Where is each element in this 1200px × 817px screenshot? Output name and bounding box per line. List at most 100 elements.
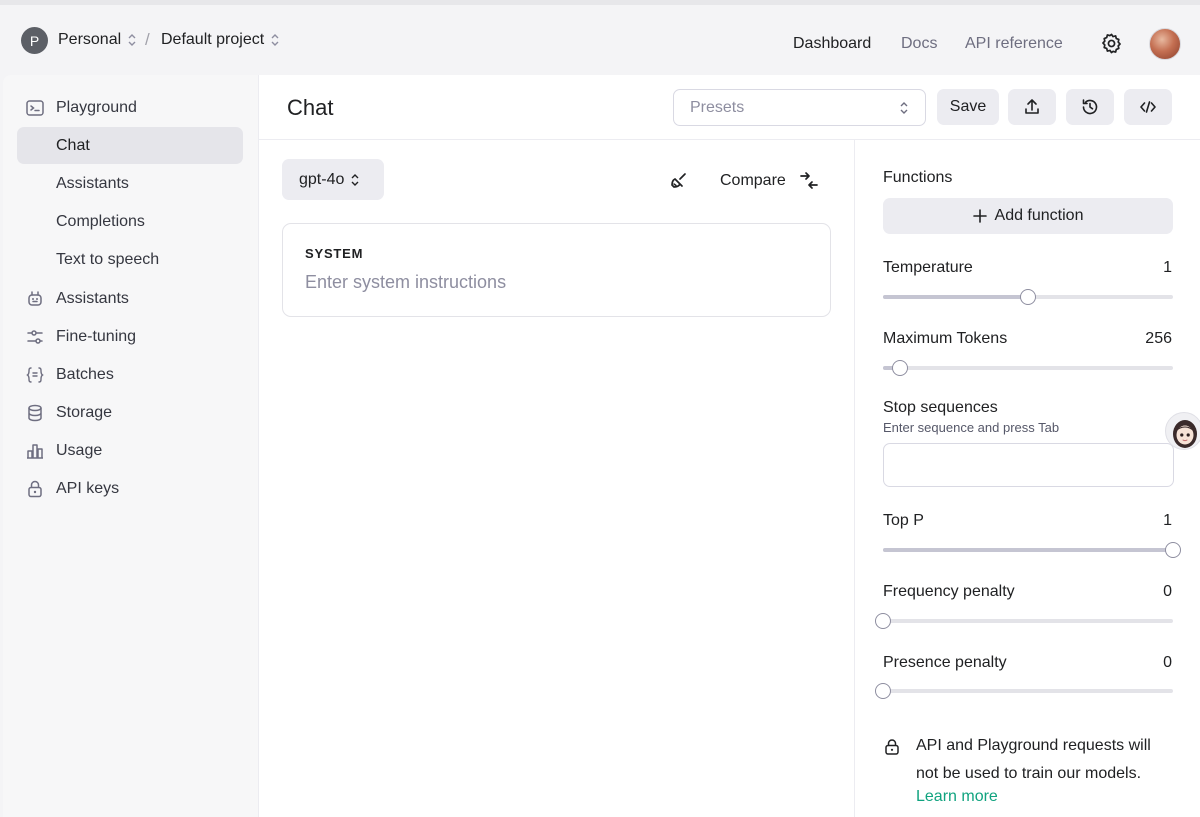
sidebar-item-chat[interactable]: Chat [17,127,243,164]
sidebar: Playground Chat Assistants Completions T… [3,75,258,817]
top-bar: P Personal / Default project Dashboard D… [0,0,1200,75]
history-button[interactable] [1066,89,1114,125]
sidebar-item-completions[interactable]: Completions [17,203,243,240]
nav-api-reference[interactable]: API reference [965,35,1063,53]
sidebar-item-label: Assistants [56,174,129,192]
slider-track [883,619,1173,623]
sidebar-item-fine-tuning[interactable]: Fine-tuning [17,318,243,355]
top-p-slider[interactable] [883,542,1181,558]
top-p-value[interactable]: 1 [1163,512,1172,530]
privacy-text: API and Playground requests will not be … [916,737,1151,782]
slider-thumb[interactable] [1020,289,1036,305]
temperature-label: Temperature [883,259,973,276]
slider-thumb[interactable] [875,683,891,699]
system-instructions-input[interactable] [305,272,805,293]
max-tokens-slider[interactable] [883,360,1173,376]
presence-penalty-value[interactable]: 0 [1163,654,1172,672]
presets-placeholder: Presets [690,98,745,116]
bar-chart-icon [27,443,43,459]
history-icon [1082,99,1098,115]
chevron-updown-icon [900,102,908,114]
presence-penalty-slider[interactable] [875,683,1173,699]
stop-sequences-hint: Enter sequence and press Tab [883,420,1060,435]
org-avatar[interactable]: P [21,27,48,54]
temperature-slider[interactable] [883,289,1173,305]
code-icon [1140,101,1156,113]
sidebar-item-playground[interactable]: Playground [17,89,243,126]
robot-icon [28,290,42,306]
presence-penalty-label: Presence penalty [883,654,1007,671]
add-function-button[interactable]: Add function [883,198,1173,234]
sidebar-item-batches[interactable]: Batches [17,356,243,393]
sliders-icon [27,329,43,344]
sidebar-item-usage[interactable]: Usage [17,432,243,469]
upload-icon [1025,99,1039,114]
stop-sequences-input[interactable] [883,443,1174,487]
main-header: Chat Presets Save [259,75,1200,140]
user-avatar[interactable] [1149,28,1181,60]
slider-track [883,689,1173,693]
system-message-box: SYSTEM [282,223,831,317]
sidebar-item-label: Text to speech [56,250,160,268]
girl-face-icon [1173,420,1197,448]
frequency-penalty-value[interactable]: 0 [1163,583,1172,601]
nav-docs[interactable]: Docs [901,35,937,53]
braces-icon [26,366,44,383]
share-button[interactable] [1008,89,1056,125]
sidebar-item-label: Assistants [56,289,129,307]
breadcrumb-separator: / [145,30,150,49]
sidebar-item-label: Storage [56,403,113,421]
slider-thumb[interactable] [1165,542,1181,558]
chevron-updown-icon [351,173,359,186]
project-name: Default project [161,31,265,48]
temperature-value[interactable]: 1 [1163,259,1172,277]
project-switcher[interactable]: Default project [161,31,280,49]
system-label: SYSTEM [305,246,364,261]
settings-panel: Functions Add function Temperature 1 Max… [854,140,1200,817]
database-icon [28,404,42,421]
sidebar-item-label: Batches [56,365,114,383]
presets-select[interactable]: Presets [673,89,926,126]
sidebar-item-text-to-speech[interactable]: Text to speech [17,241,243,278]
stop-sequences-label: Stop sequences [883,399,998,416]
learn-more-link[interactable]: Learn more [916,788,998,806]
sidebar-item-label: Completions [56,212,145,230]
compare-label: Compare [720,172,786,189]
clear-broom-icon[interactable] [669,170,691,192]
assistant-helper-avatar[interactable] [1165,412,1200,450]
compare-arrows-icon [799,172,818,189]
nav-dashboard[interactable]: Dashboard [793,35,871,53]
sidebar-item-assistants-playground[interactable]: Assistants [17,165,243,202]
sidebar-item-label: Fine-tuning [56,327,137,345]
top-p-label: Top P [883,512,924,529]
chevron-updown-icon [271,34,279,46]
save-button[interactable]: Save [937,89,999,125]
frequency-penalty-label: Frequency penalty [883,583,1015,600]
sidebar-item-assistants[interactable]: Assistants [17,280,243,317]
chevron-updown-icon [128,34,136,46]
terminal-icon [26,99,44,116]
max-tokens-value[interactable]: 256 [1145,330,1172,348]
slider-thumb[interactable] [875,613,891,629]
lock-icon [885,739,899,755]
sidebar-item-api-keys[interactable]: API keys [17,470,243,507]
frequency-penalty-slider[interactable] [875,613,1173,629]
gear-icon[interactable] [1100,32,1123,55]
sidebar-item-label: Chat [56,136,90,154]
main-panel: Chat Presets Save gpt-4o Compare SYSTEM [258,75,1200,817]
compare-button[interactable]: Compare [720,170,820,192]
model-name: gpt-4o [299,170,345,188]
slider-fill [883,295,1028,299]
org-switcher[interactable]: Personal [58,31,137,49]
lock-icon [28,480,42,497]
view-code-button[interactable] [1124,89,1172,125]
slider-fill [883,548,1173,552]
sidebar-item-storage[interactable]: Storage [17,394,243,431]
add-function-label: Add function [994,207,1084,224]
slider-thumb[interactable] [892,360,909,376]
sidebar-item-label: Playground [56,98,137,116]
sidebar-item-label: API keys [56,479,120,497]
plus-icon [972,209,987,223]
model-select[interactable]: gpt-4o [282,159,384,200]
functions-label: Functions [883,169,953,186]
